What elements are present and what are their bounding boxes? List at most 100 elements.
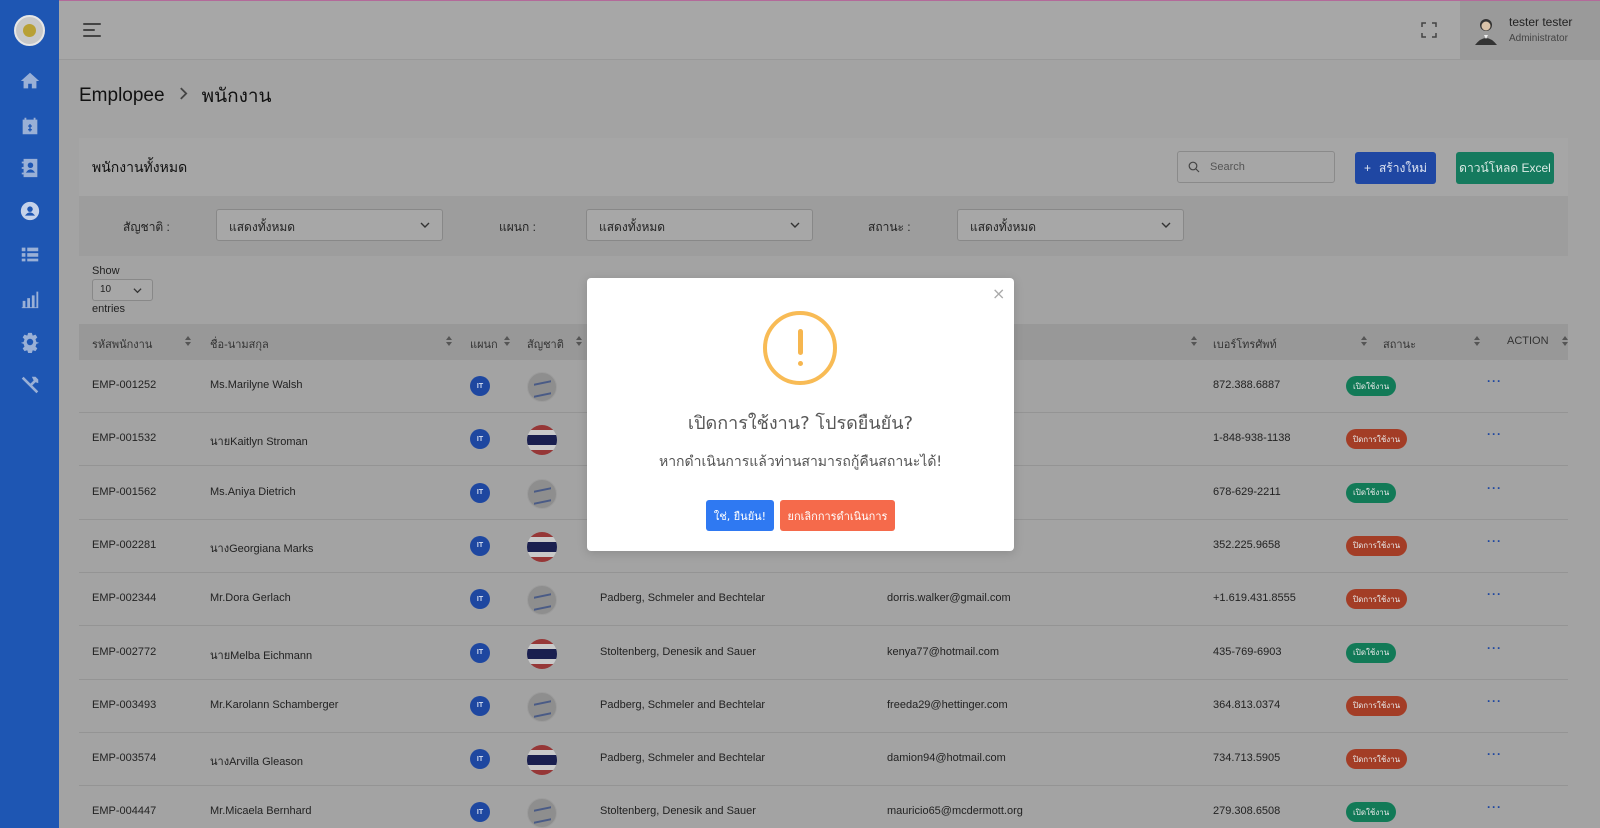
status-badge[interactable]: ปิดการใช้งาน [1346, 589, 1408, 610]
show-label: Show [92, 265, 120, 277]
entries-select[interactable]: 10 [92, 279, 153, 301]
avatar [1474, 17, 1498, 45]
more-actions-icon[interactable]: ··· [1487, 534, 1502, 548]
more-actions-icon[interactable]: ··· [1487, 747, 1502, 761]
employee-id-cell: EMP-002281 [92, 538, 157, 551]
chevron-down-icon [133, 288, 142, 294]
department-filter-select[interactable]: แสดงทั้งหมด [586, 209, 813, 241]
card-header: พนักงานทั้งหมด + สร้างใหม่ ดาวน์โหลด Exc… [79, 138, 1568, 196]
more-actions-icon[interactable]: ··· [1487, 481, 1502, 495]
calendar-money-icon[interactable] [18, 114, 42, 138]
home-icon[interactable] [18, 69, 42, 93]
confirm-button[interactable]: ใช่, ยืนยัน! [706, 500, 774, 531]
status-badge[interactable]: เปิดใช้งาน [1346, 376, 1397, 396]
more-actions-icon[interactable]: ··· [1487, 374, 1502, 388]
employee-id-cell: EMP-001252 [92, 379, 157, 391]
search-input[interactable] [1210, 159, 1328, 175]
sort-icon[interactable] [1562, 336, 1568, 347]
user-name: tester tester [1509, 15, 1573, 29]
department-badge: IT [470, 535, 490, 556]
filter-row: สัญชาติ : แสดงทั้งหมด แผนก : แสดงทั้งหมด… [79, 196, 1568, 256]
department-filter-label: แผนก : [499, 220, 536, 234]
entries-value: 10 [100, 284, 112, 295]
sort-icon[interactable] [185, 336, 191, 347]
phone-cell: 1-848-938-1138 [1213, 432, 1291, 445]
chart-icon[interactable] [18, 287, 42, 311]
flag-icon [527, 478, 557, 509]
download-excel-button[interactable]: ดาวน์โหลด Excel [1456, 152, 1554, 184]
sort-icon[interactable] [1361, 336, 1367, 347]
chevron-down-icon [420, 222, 430, 228]
more-actions-icon[interactable]: ··· [1487, 800, 1502, 814]
create-button[interactable]: + สร้างใหม่ [1355, 152, 1436, 184]
status-badge[interactable]: ปิดการใช้งาน [1346, 535, 1408, 556]
contact-card-icon[interactable] [18, 156, 42, 180]
search-field[interactable] [1177, 151, 1335, 183]
nationality-filter-select[interactable]: แสดงทั้งหมด [216, 209, 443, 241]
menu-icon[interactable] [83, 23, 101, 37]
status-badge[interactable]: เปิดใช้งาน [1346, 802, 1397, 823]
status-filter-select[interactable]: แสดงทั้งหมด [957, 209, 1184, 241]
company-cell: Padberg, Schmeler and Bechtelar [600, 752, 766, 765]
status-badge[interactable]: เปิดใช้งาน [1346, 482, 1397, 503]
column-header-nationality[interactable]: สัญชาติ [527, 335, 564, 353]
confirm-dialog: × เปิดการใช้งาน? โปรดยืนยัน? หากดำเนินกา… [587, 278, 1014, 551]
department-badge: IT [470, 695, 490, 716]
fullscreen-icon[interactable] [1421, 22, 1437, 38]
employee-name-cell: นางArvilla Gleason [210, 756, 304, 769]
column-header-department[interactable]: แผนก [470, 335, 498, 353]
more-actions-icon[interactable]: ··· [1487, 587, 1502, 601]
phone-cell: 734.713.5905 [1213, 752, 1281, 765]
sidebar [0, 0, 59, 828]
users-gear-icon[interactable] [18, 199, 42, 223]
breadcrumb-current: พนักงาน [201, 86, 272, 107]
column-header-action: ACTION [1507, 335, 1549, 347]
breadcrumb: Emplopee พนักงาน [79, 81, 272, 111]
employee-name-cell: นายKaitlyn Stroman [210, 436, 308, 449]
employee-name-cell: Mr.Karolann Schamberger [210, 698, 339, 711]
status-filter-value: แสดงทั้งหมด [970, 220, 1037, 234]
department-badge: IT [470, 749, 490, 770]
more-actions-icon[interactable]: ··· [1487, 641, 1502, 655]
flag-icon [527, 798, 557, 828]
table-row: EMP-002772 นายMelba Eichmann IT Stoltenberg… [79, 626, 1568, 680]
sort-icon[interactable] [446, 336, 452, 347]
company-cell: Stoltenberg, Denesik and Sauer [600, 805, 756, 818]
breadcrumb-parent[interactable]: Emplopee [79, 85, 165, 107]
list-icon[interactable] [18, 242, 42, 266]
card-title: พนักงานทั้งหมด [92, 159, 188, 175]
company-cell: Padberg, Schmeler and Bechtelar [600, 698, 766, 711]
column-header-phone[interactable]: เบอร์โทรศัพท์ [1213, 335, 1277, 353]
employee-name-cell: นายMelba Eichmann [210, 649, 313, 662]
status-badge[interactable]: ปิดการใช้งาน [1346, 695, 1408, 716]
status-badge[interactable]: ปิดการใช้งาน [1346, 429, 1408, 450]
user-role: Administrator [1509, 33, 1568, 44]
status-badge[interactable]: เปิดใช้งาน [1346, 642, 1397, 663]
thai-flag-icon [527, 531, 557, 562]
column-header-employee-id[interactable]: รหัสพนักงาน [92, 335, 152, 353]
sort-icon[interactable] [504, 336, 510, 347]
phone-cell: 872.388.6887 [1213, 379, 1281, 391]
status-badge[interactable]: ปิดการใช้งาน [1346, 749, 1408, 770]
department-badge: IT [470, 642, 490, 663]
department-filter-value: แสดงทั้งหมด [599, 220, 666, 234]
email-cell: freeda29@hettinger.com [887, 698, 1008, 711]
table-row: EMP-004447 Mr.Micaela Bernhard IT Stoltenbe… [79, 786, 1568, 828]
sort-icon[interactable] [1474, 336, 1480, 347]
phone-cell: 279.308.6508 [1213, 805, 1281, 818]
gear-icon[interactable] [18, 330, 42, 354]
column-header-name[interactable]: ชื่อ-นามสกุล [210, 335, 269, 353]
sort-icon[interactable] [576, 336, 582, 347]
more-actions-icon[interactable]: ··· [1487, 694, 1502, 708]
column-header-status[interactable]: สถานะ [1383, 335, 1416, 353]
more-actions-icon[interactable]: ··· [1487, 427, 1502, 441]
cancel-button[interactable]: ยกเลิกการดำเนินการ [780, 500, 895, 531]
dialog-title: เปิดการใช้งาน? โปรดยืนยัน? [687, 413, 914, 434]
user-menu[interactable]: tester tester Administrator [1460, 1, 1600, 60]
employee-name-cell: นางGeorgiana Marks [210, 542, 314, 555]
close-icon[interactable]: × [992, 284, 1005, 303]
logo[interactable] [14, 15, 45, 46]
sort-icon[interactable] [1191, 336, 1197, 347]
email-cell: damion94@hotmail.com [887, 752, 1006, 765]
tools-icon[interactable] [18, 373, 42, 397]
